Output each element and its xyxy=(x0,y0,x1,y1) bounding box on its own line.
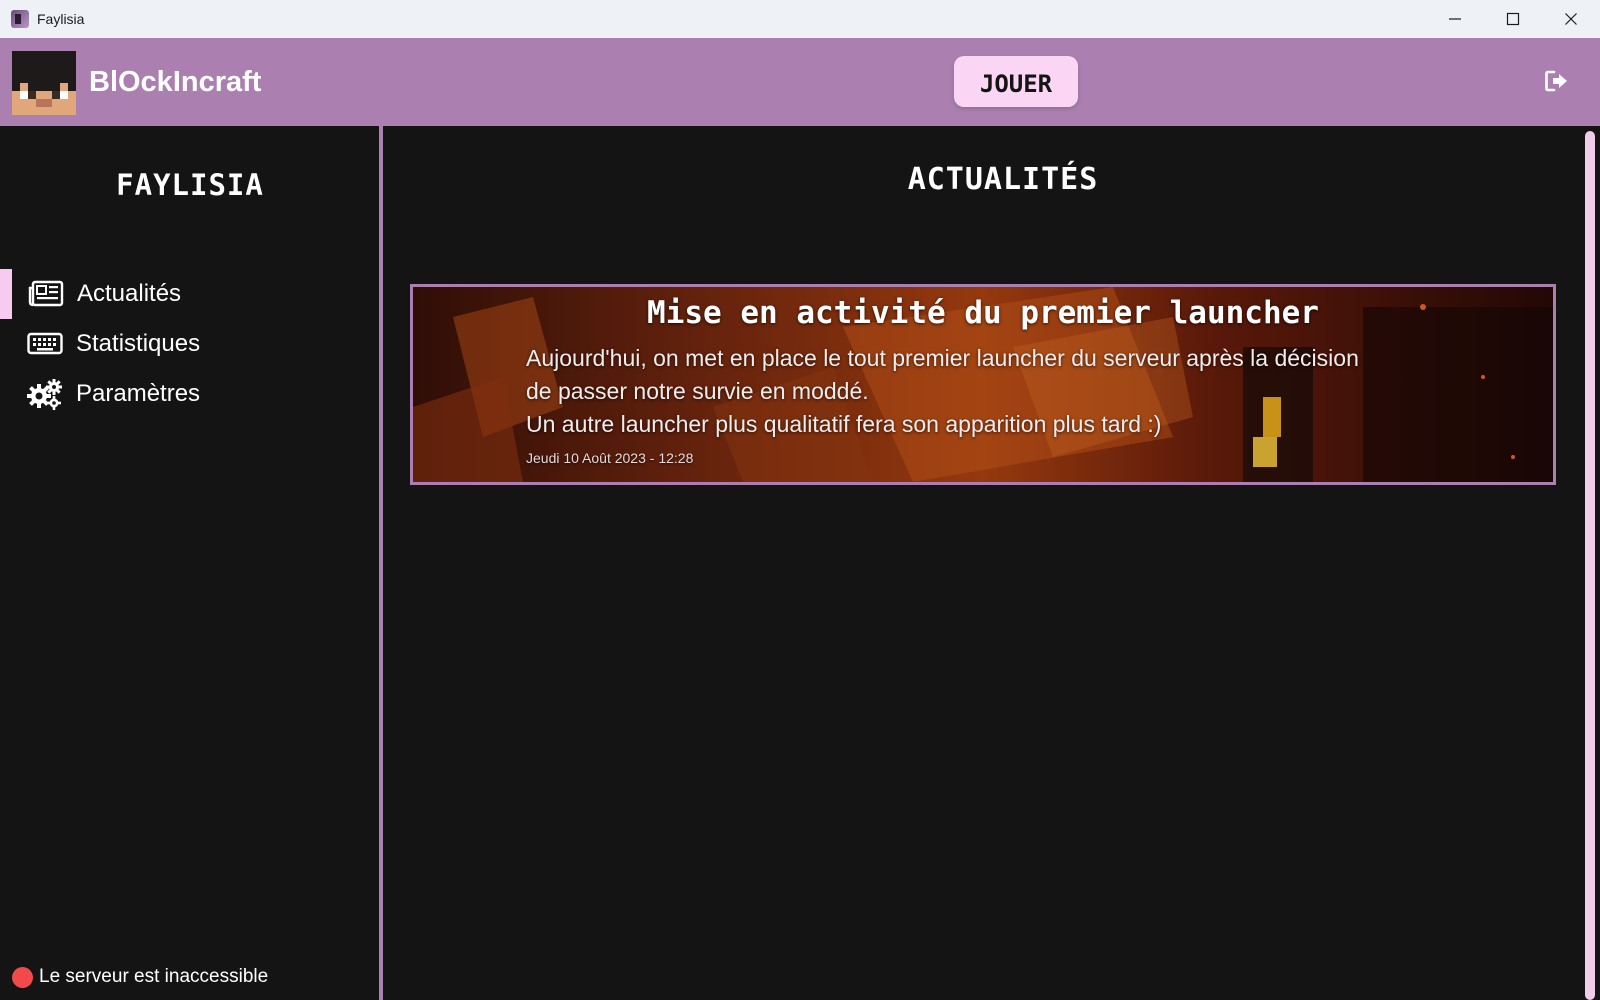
close-icon xyxy=(1565,13,1577,25)
window-titlebar: Faylisia xyxy=(0,0,1600,38)
server-name: FAYLISIA xyxy=(116,168,264,202)
status-indicator xyxy=(12,966,33,988)
minimize-icon xyxy=(1449,18,1461,20)
logout-button[interactable] xyxy=(1545,70,1569,92)
sidebar-item-parametres[interactable]: Paramètres xyxy=(0,369,380,419)
window-title: Faylisia xyxy=(37,11,85,27)
minimize-button[interactable] xyxy=(1426,0,1484,38)
gears-icon xyxy=(27,379,63,410)
sidebar-item-statistiques[interactable]: Statistiques xyxy=(0,319,380,369)
sidebar: FAYLISIA Actualités Statistiques Paramèt… xyxy=(0,126,381,1000)
maximize-icon xyxy=(1506,12,1520,26)
news-body-line: Aujourd'hui, on met en place le tout pre… xyxy=(526,345,1359,371)
logout-icon xyxy=(1545,70,1567,92)
status-text: Le serveur est inaccessible xyxy=(39,966,269,987)
main-content: ACTUALITÉS xyxy=(383,126,1600,1000)
scrollbar[interactable] xyxy=(1585,131,1595,1000)
newspaper-icon xyxy=(28,279,64,309)
news-date: Jeudi 10 Août 2023 - 12:28 xyxy=(526,450,694,466)
app-icon xyxy=(11,10,29,28)
window-controls xyxy=(1426,0,1600,38)
launcher-header: BlOckIncraft JOUER xyxy=(0,38,1600,126)
news-body-line: Un autre launcher plus qualitatif fera s… xyxy=(526,411,1162,437)
sidebar-item-actualites[interactable]: Actualités xyxy=(0,269,380,319)
username: BlOckIncraft xyxy=(89,66,262,98)
news-card: Mise en activité du premier launcher Auj… xyxy=(410,284,1556,485)
page-title: ACTUALITÉS xyxy=(907,162,1099,197)
active-indicator xyxy=(0,269,12,319)
maximize-button[interactable] xyxy=(1484,0,1542,38)
keyboard-icon xyxy=(27,329,63,359)
close-button[interactable] xyxy=(1542,0,1600,38)
news-body: Aujourd'hui, on met en place le tout pre… xyxy=(526,342,1486,441)
sidebar-item-label: Statistiques xyxy=(76,330,201,357)
sidebar-item-label: Paramètres xyxy=(76,380,201,407)
play-button[interactable]: JOUER xyxy=(954,56,1078,107)
news-title: Mise en activité du premier launcher xyxy=(647,295,1319,331)
avatar xyxy=(12,51,76,115)
player-skin-head-icon xyxy=(12,51,76,115)
server-status: Le serveur est inaccessible xyxy=(12,966,268,988)
news-body-line: de passer notre survie en moddé. xyxy=(526,378,869,404)
sidebar-item-label: Actualités xyxy=(77,280,182,307)
